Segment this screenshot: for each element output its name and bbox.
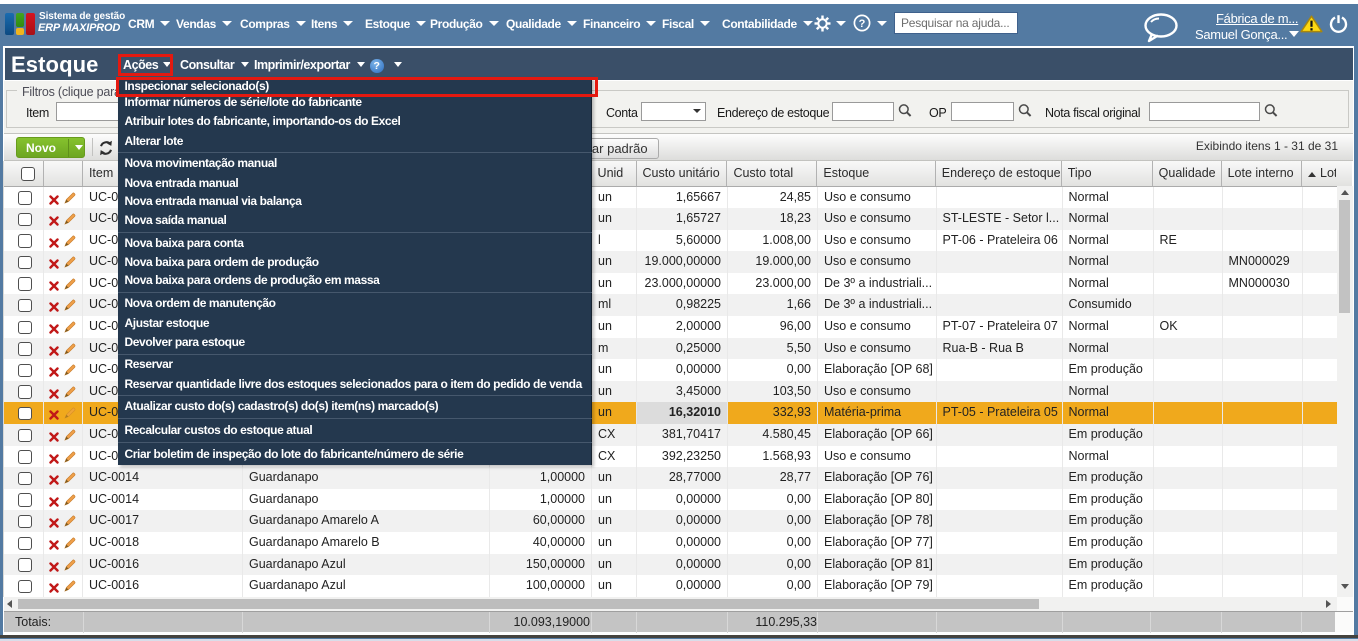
svg-text:?: ?: [859, 18, 866, 30]
